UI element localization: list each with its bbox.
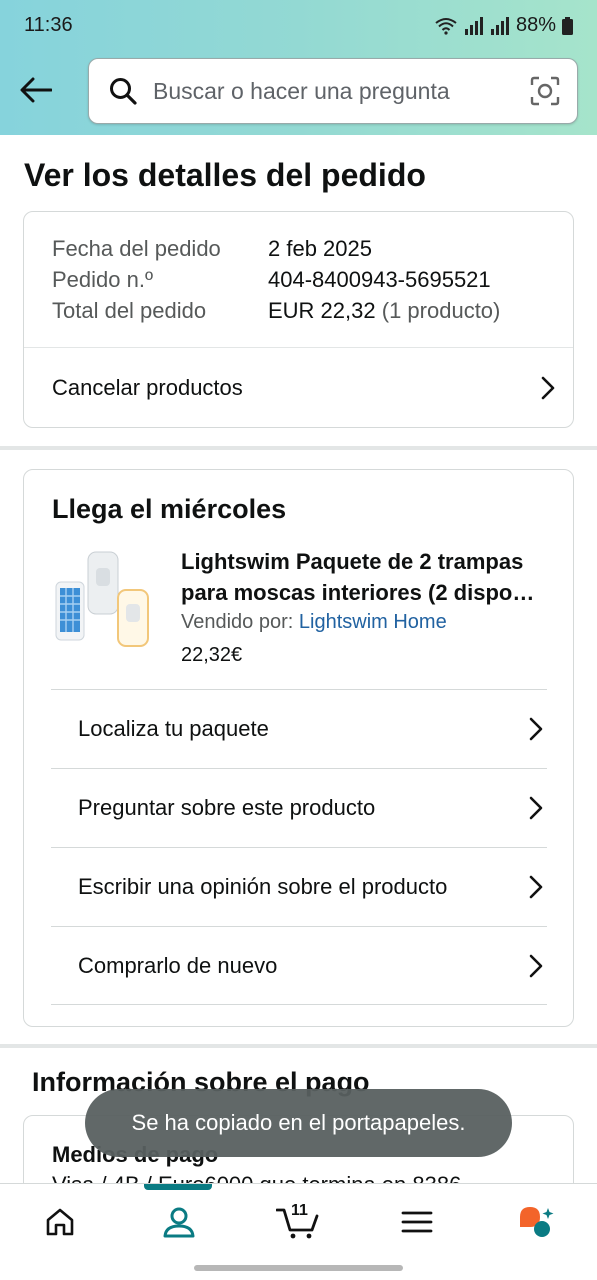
back-button[interactable] (16, 70, 56, 110)
nav-home[interactable] (0, 1184, 119, 1260)
clipboard-toast: Se ha copiado en el portapapeles. (85, 1089, 512, 1157)
product-title[interactable]: Lightswim Paquete de 2 trampas para mosc… (181, 546, 551, 608)
signal-icon (464, 16, 483, 35)
order-number-value[interactable]: 404-8400943-5695521 (268, 267, 491, 293)
delivery-heading: Llega el miércoles (52, 494, 287, 524)
shipment-card: Llega el miércoles Lightswim Paquete de … (23, 469, 574, 1027)
back-arrow-icon (20, 77, 52, 103)
app-header: 11:36 88% Buscar o hacer una pregunta (0, 0, 597, 135)
search-bar[interactable]: Buscar o hacer una pregunta (88, 58, 578, 124)
search-icon (110, 78, 137, 105)
chevron-right-icon (529, 954, 543, 977)
chevron-right-icon (529, 717, 543, 741)
seller-link[interactable]: Lightswim Home (299, 611, 447, 633)
ask-product-label: Preguntar sobre este producto (78, 795, 376, 820)
order-number-label: Pedido n.º (52, 267, 153, 292)
cart-count: 11 (291, 1202, 308, 1219)
track-package-row[interactable]: Localiza tu paquete (51, 689, 547, 768)
nav-rufus[interactable] (476, 1184, 595, 1260)
status-bar: 11:36 88% (0, 0, 597, 52)
battery-percent: 88% (515, 14, 556, 36)
search-placeholder: Buscar o hacer una pregunta (153, 77, 450, 104)
cancel-products-label: Cancelar productos (52, 375, 243, 400)
order-total-value: EUR 22,32 (268, 298, 376, 323)
wifi-icon (435, 17, 457, 35)
section-divider (0, 1044, 597, 1048)
buy-again-label: Comprarlo de nuevo (78, 952, 278, 978)
seller-info: Vendido por: Lightswim Home (181, 611, 447, 634)
order-summary-card: Fecha del pedido 2 feb 2025 Pedido n.º 4… (23, 211, 574, 428)
product-image[interactable] (52, 550, 152, 650)
write-review-label: Escribir una opinión sobre el producto (78, 874, 448, 899)
chevron-right-icon (541, 376, 555, 400)
order-total: EUR 22,32 (1 producto) (268, 298, 500, 324)
camera-scan-icon (530, 76, 560, 106)
user-icon (163, 1207, 194, 1238)
sold-by-label: Vendido por: (181, 611, 294, 633)
gesture-bar (194, 1265, 403, 1271)
write-review-row[interactable]: Escribir una opinión sobre el producto (51, 847, 547, 926)
track-package-label: Localiza tu paquete (78, 716, 269, 741)
home-icon (46, 1208, 73, 1236)
cancel-products-row[interactable]: Cancelar productos (52, 348, 555, 428)
page-title: Ver los detalles del pedido (24, 157, 426, 193)
order-total-note: (1 producto) (381, 298, 501, 323)
payment-methods-text: Visa / 4B / Euro6000 que termina en 8386 (52, 1172, 461, 1183)
nav-cart[interactable]: 11 (238, 1184, 357, 1260)
nav-account[interactable] (119, 1184, 238, 1260)
order-details-content[interactable]: Ver los detalles del pedido Fecha del pe… (0, 135, 597, 1183)
rufus-assistant-icon (519, 1207, 553, 1237)
chevron-right-icon (529, 875, 543, 899)
camera-search-button[interactable] (513, 59, 577, 123)
status-time: 11:36 (24, 14, 73, 36)
nav-menu[interactable] (357, 1184, 476, 1260)
signal-icon-2 (490, 16, 509, 35)
product-price: 22,32€ (181, 644, 243, 666)
section-divider (0, 446, 597, 450)
order-date-value: 2 feb 2025 (268, 236, 372, 261)
chevron-right-icon (529, 796, 543, 820)
order-date-label: Fecha del pedido (52, 236, 221, 261)
buy-again-row[interactable]: Comprarlo de nuevo (51, 926, 547, 1005)
order-total-label: Total del pedido (52, 298, 207, 323)
status-icons: 88% (434, 14, 573, 37)
battery-icon (562, 16, 573, 35)
ask-product-row[interactable]: Preguntar sobre este producto (51, 768, 547, 847)
menu-icon (401, 1211, 432, 1233)
